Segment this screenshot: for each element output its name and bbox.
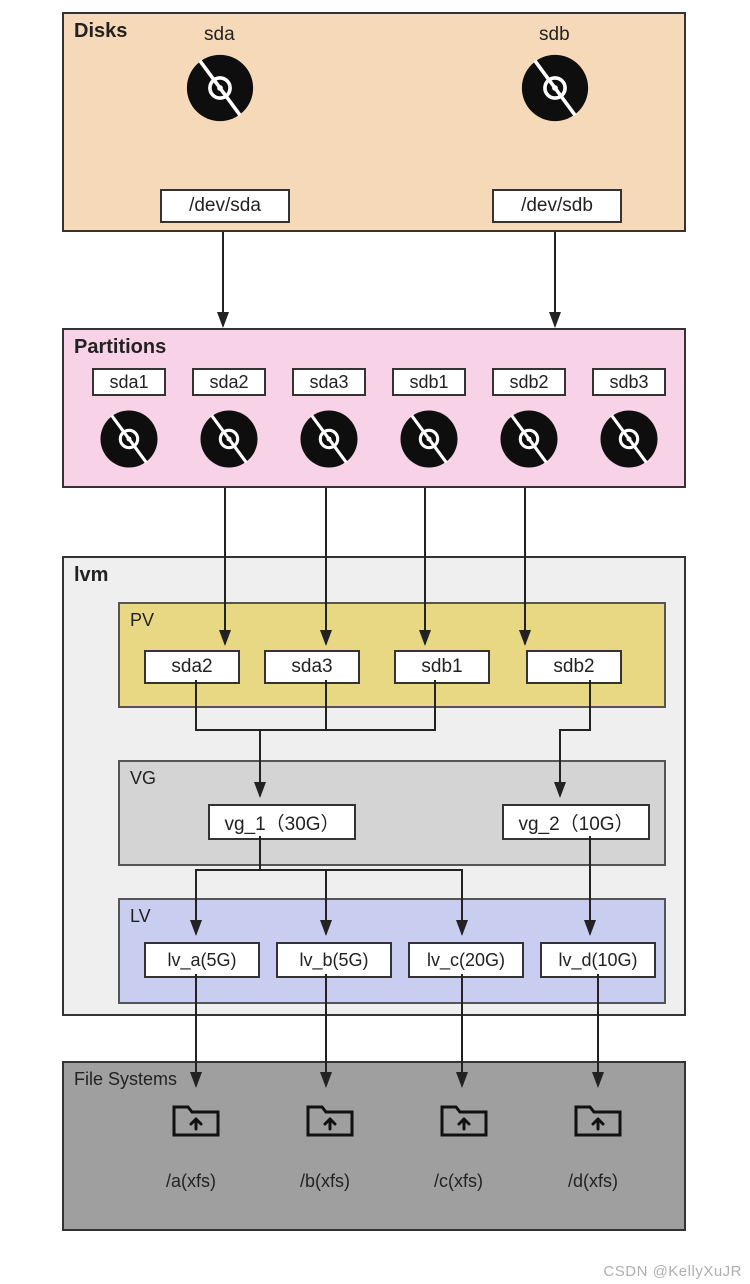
lvm-title: lvm bbox=[74, 564, 108, 587]
disk-sdb-label: sdb bbox=[539, 24, 570, 46]
pv-box: sda3 bbox=[264, 650, 360, 684]
lv-box: lv_d(10G) bbox=[540, 942, 656, 978]
fs-label: /a(xfs) bbox=[166, 1171, 216, 1192]
fs-title: File Systems bbox=[74, 1069, 177, 1090]
watermark: CSDN @KellyXuJR bbox=[603, 1263, 742, 1280]
fs-label: /b(xfs) bbox=[300, 1171, 350, 1192]
lv-label: LV bbox=[130, 906, 151, 927]
fs-panel: File Systems /a(xfs) /b(xfs) /c(xfs) /d(xfs… bbox=[62, 1061, 686, 1231]
vg-box: vg_1（30G） bbox=[208, 804, 356, 840]
fs-label: /c(xfs) bbox=[434, 1171, 483, 1192]
fs-label: /d(xfs) bbox=[568, 1171, 618, 1192]
disk-icon bbox=[198, 408, 260, 470]
pv-box: sdb2 bbox=[526, 650, 622, 684]
disk-icon bbox=[519, 52, 591, 124]
disk-icon bbox=[598, 408, 660, 470]
partition-box: sda3 bbox=[292, 368, 366, 396]
pv-box: sda2 bbox=[144, 650, 240, 684]
disk-path-label: /dev/sdb bbox=[521, 195, 593, 217]
folder-up-icon bbox=[172, 1099, 220, 1139]
vg-panel: VG vg_1（30G） vg_2（10G） bbox=[118, 760, 666, 866]
partitions-panel: Partitions sda1 sda2 sda3 sdb1 sdb2 sdb3 bbox=[62, 328, 686, 488]
disk-path-box: /dev/sda bbox=[160, 189, 290, 223]
folder-up-icon bbox=[306, 1099, 354, 1139]
disks-panel: Disks sda /dev/sda sdb /dev/sdb bbox=[62, 12, 686, 232]
lvm-panel: lvm PV sda2 sda3 sdb1 sdb2 VG vg_1（30G） vg_2… bbox=[62, 556, 686, 1016]
disk-path-box: /dev/sdb bbox=[492, 189, 622, 223]
partition-box: sda2 bbox=[192, 368, 266, 396]
disks-title: Disks bbox=[74, 20, 127, 43]
disk-icon bbox=[498, 408, 560, 470]
partition-box: sdb3 bbox=[592, 368, 666, 396]
folder-up-icon bbox=[440, 1099, 488, 1139]
vg-box: vg_2（10G） bbox=[502, 804, 650, 840]
folder-up-icon bbox=[574, 1099, 622, 1139]
partitions-title: Partitions bbox=[74, 336, 166, 359]
pv-panel: PV sda2 sda3 sdb1 sdb2 bbox=[118, 602, 666, 708]
vg-label: VG bbox=[130, 768, 156, 789]
disk-icon bbox=[298, 408, 360, 470]
partition-box: sdb1 bbox=[392, 368, 466, 396]
disk-sda-label: sda bbox=[204, 24, 235, 46]
disk-path-label: /dev/sda bbox=[189, 195, 261, 217]
partition-box: sda1 bbox=[92, 368, 166, 396]
disk-icon bbox=[184, 52, 256, 124]
pv-box: sdb1 bbox=[394, 650, 490, 684]
lv-box: lv_a(5G) bbox=[144, 942, 260, 978]
disk-icon bbox=[398, 408, 460, 470]
lv-panel: LV lv_a(5G) lv_b(5G) lv_c(20G) lv_d(10G) bbox=[118, 898, 666, 1004]
partition-box: sdb2 bbox=[492, 368, 566, 396]
lv-box: lv_b(5G) bbox=[276, 942, 392, 978]
lv-box: lv_c(20G) bbox=[408, 942, 524, 978]
disk-icon bbox=[98, 408, 160, 470]
pv-label: PV bbox=[130, 610, 154, 631]
